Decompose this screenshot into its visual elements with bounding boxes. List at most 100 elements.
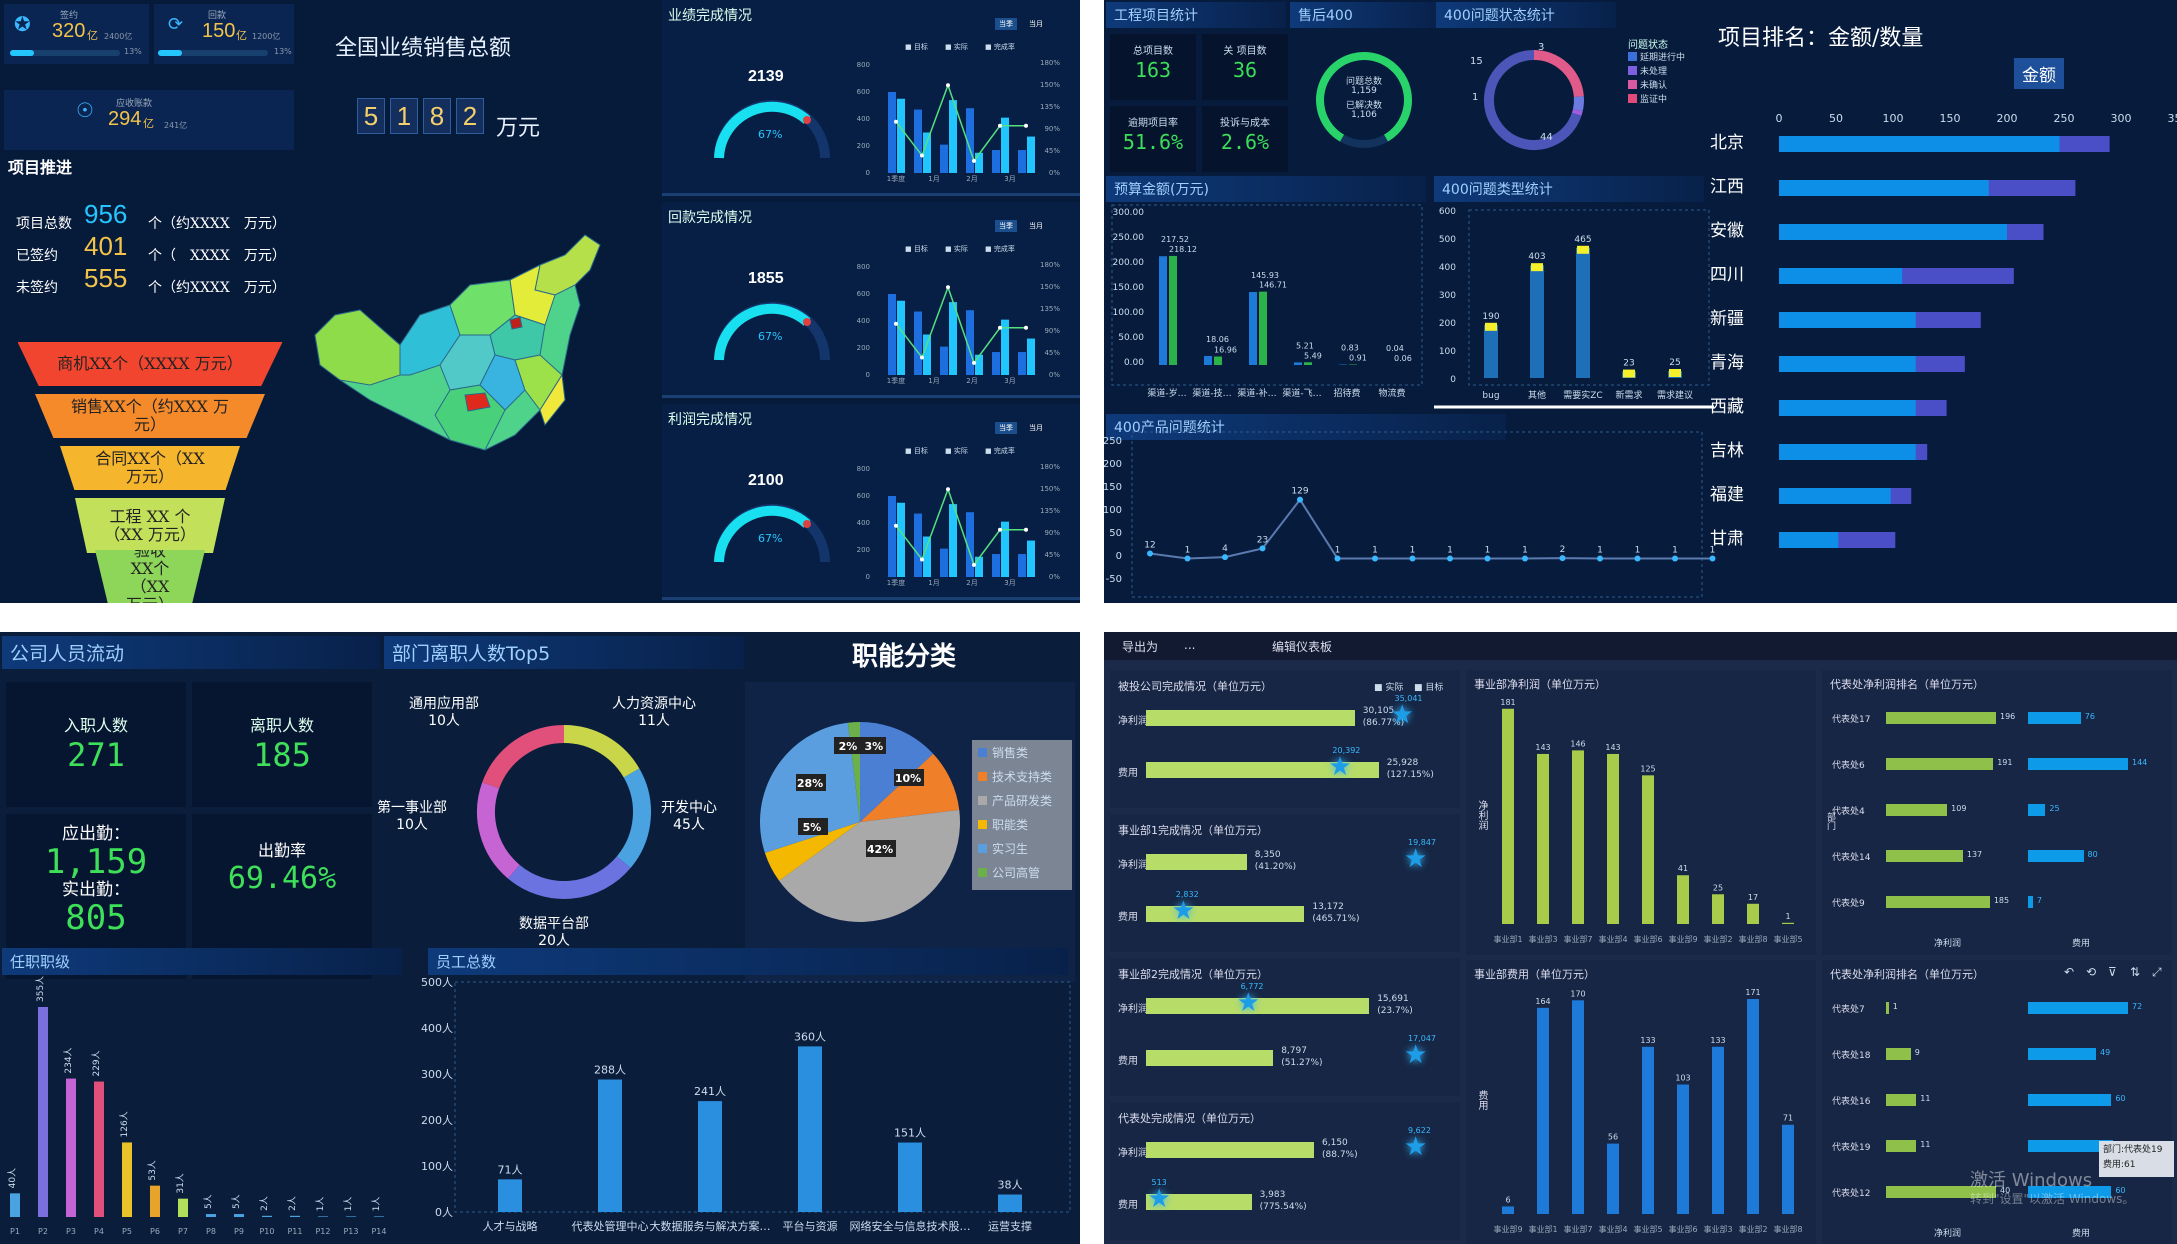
x-tick: 代表处管理中心 — [572, 1219, 649, 1233]
y-tick: 150 — [1104, 482, 1122, 493]
target-star-icon: ★ — [1404, 844, 1428, 874]
period-button[interactable]: 当月 — [1025, 422, 1047, 434]
gauge-line: 1,159 — [1351, 86, 1377, 96]
pie-legend-label: 产品研发类 — [992, 794, 1053, 808]
export-button[interactable]: 导出为 — [1122, 638, 1158, 655]
x-tick: 新需求 — [1615, 389, 1642, 401]
x-tick: 事业部7 — [1563, 1224, 1592, 1234]
sort-icon[interactable]: ⇅ — [2130, 965, 2140, 979]
y-tick: 200.00 — [1113, 258, 1145, 268]
bu-row-pct: (775.54%) — [1259, 1202, 1307, 1212]
level-bar — [290, 1215, 300, 1217]
rank-amount-button[interactable]: 金额 — [2014, 58, 2064, 89]
bu-row-label: 净利润 — [1118, 1004, 1148, 1015]
bu-row-label: 费用 — [1118, 1200, 1138, 1211]
y-tick: 400人 — [421, 1022, 453, 1035]
budget-bar-chart: 300.00 250.00 200.00 150.00 100.00 50.00 0.00 2… — [1111, 204, 1423, 399]
y2-tick: 0% — [1049, 169, 1060, 177]
rate-point — [1024, 325, 1028, 330]
period-button[interactable]: 当月 — [1025, 220, 1047, 232]
kpi-unit-receivable: 亿 — [143, 117, 154, 130]
bu-card-title: 事业部2完成情况（单位万元） — [1118, 968, 1268, 981]
payback-icon: ⟳ — [168, 14, 184, 35]
period-button[interactable]: 当月 — [1025, 18, 1047, 30]
y2-tick: 45% — [1044, 551, 1060, 559]
refresh-icon[interactable]: ⟲ — [2086, 965, 2096, 979]
legend-label: 未处理 — [1640, 67, 1668, 77]
bu-row-pct: (41.20%) — [1254, 862, 1297, 872]
period-button[interactable]: 当季 — [995, 422, 1017, 434]
y-tick: 300人 — [421, 1068, 453, 1081]
profit-label: 125 — [1640, 764, 1655, 773]
rep1-title: 代表处净利润排名（单位万元） — [1830, 678, 1984, 691]
rep1-axis-a: 净利润 — [1934, 939, 1962, 949]
issue-cap — [1669, 369, 1681, 377]
rep2-row-name: 代表处16 — [1832, 1097, 1871, 1107]
x-tick: bug — [1482, 391, 1499, 401]
y-tick: 0 — [866, 169, 870, 177]
rep1-ylabel: 部门 — [1825, 812, 1835, 830]
bar-target — [1018, 554, 1026, 577]
y2-tick: 180% — [1040, 463, 1060, 471]
undo-icon[interactable]: ↶ — [2064, 965, 2074, 979]
y-tick: 100.00 — [1113, 308, 1145, 318]
x-tick: 50 — [1829, 112, 1843, 125]
bu-row-pct: (51.27%) — [1281, 1058, 1323, 1068]
filter-icon[interactable]: ⊽ — [2108, 965, 2117, 979]
chart-legend-item: ■ 实际 — [945, 447, 968, 455]
x-tick: 3月 — [1004, 579, 1015, 587]
y-tick: 600 — [857, 290, 870, 298]
cost-bar — [1572, 1000, 1584, 1214]
edit-dashboard-button[interactable]: 编辑仪表板 — [1272, 638, 1332, 655]
x-tick: 1季度 — [887, 376, 905, 385]
profit-bar — [1712, 894, 1724, 924]
budget-label-b: 0.91 — [1349, 354, 1367, 363]
rep2-label-a: 1 — [1892, 1002, 1898, 1011]
profit-label: 41 — [1678, 864, 1688, 873]
more-button[interactable]: ... — [1184, 638, 1195, 652]
function-pie-chart: 13%10%42%5%28%2% — [760, 722, 960, 922]
y-tick: -50 — [1106, 574, 1122, 585]
profit-bar — [1747, 903, 1759, 924]
x-tick: 事业部9 — [1493, 1224, 1522, 1234]
bar-actual — [949, 302, 957, 375]
china-map[interactable] — [300, 225, 601, 485]
level-bar — [150, 1185, 160, 1217]
rate-point — [894, 321, 898, 326]
product-point — [1297, 496, 1303, 503]
expand-icon[interactable]: ⤢ — [2152, 965, 2162, 980]
top5-slice — [616, 768, 651, 868]
attendance-stat: 应出勤： 1,159 实出勤： 805 — [6, 820, 186, 938]
rank-province: 吉林 — [1710, 441, 1744, 461]
issue-bar — [1576, 247, 1590, 378]
donut-slice — [1571, 108, 1583, 116]
bar-actual — [1027, 540, 1035, 577]
bu-row-label: 净利润 — [1118, 860, 1148, 871]
target-star-icon: ★ — [1147, 1184, 1171, 1214]
top5-name: 数据平台部 — [519, 916, 589, 932]
top5-slice — [477, 782, 520, 879]
rep1-label-b: 7 — [2036, 896, 2042, 905]
level-label: 31人 — [175, 1173, 186, 1193]
digit-box: 2 — [456, 98, 484, 134]
period-button[interactable]: 当季 — [995, 18, 1017, 30]
receivable-icon: ☉ — [76, 98, 94, 122]
period-button[interactable]: 当季 — [995, 220, 1017, 232]
cost-bar — [1782, 1124, 1794, 1214]
rank-bar-amount — [1779, 400, 1916, 416]
level-label: 126人 — [119, 1111, 130, 1137]
y-tick: 400 — [857, 115, 870, 123]
bu-row-pct: (23.7%) — [1377, 1006, 1413, 1016]
x-tick: 100 — [1883, 112, 1904, 125]
donut-header: 400问题状态统计 — [1436, 2, 1616, 28]
gauge-track — [714, 504, 830, 563]
issue-type-bar-chart: 600 500 400 300 200 100 0 190 bug 403 其他 465 需要实ZC 23… — [1434, 207, 1714, 409]
rep2-bar-a — [1886, 1048, 1911, 1060]
product-point — [1184, 555, 1191, 562]
project-row-text: 个（ XXXX 万元） — [148, 248, 286, 264]
rep1-bar-a — [1886, 712, 1996, 724]
attend-val2: 805 — [65, 898, 127, 938]
bar-target — [888, 92, 896, 173]
funnel-stage-5: 验收XX个（XX 万元） — [95, 550, 205, 603]
product-point — [1334, 555, 1341, 562]
